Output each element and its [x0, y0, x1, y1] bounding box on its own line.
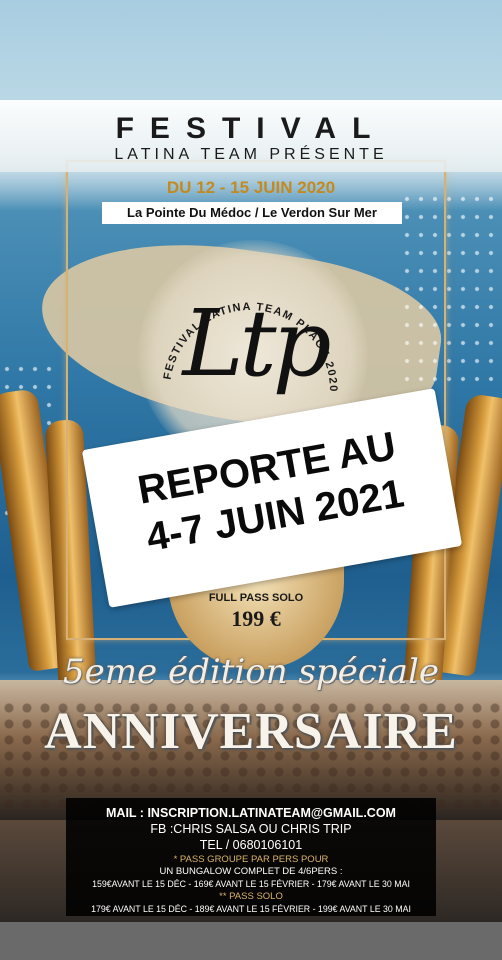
info-text: MAIL : INSCRIPTION.LATINATEAM@GMAIL.COM …	[66, 805, 436, 915]
ltp-logo-initials: Ltp	[182, 290, 332, 397]
pass-solo-title: ** PASS SOLO	[219, 891, 283, 902]
contact-facebook: FB :CHRIS SALSA OU CHRIS TRIP	[150, 822, 352, 836]
pass-group-title: * PASS GROUPE PAR PERS POUR	[173, 854, 329, 865]
bungalow-line: UN BUNGALOW COMPLET DE 4/6PERS :	[159, 866, 343, 877]
event-dates: DU 12 - 15 JUIN 2020	[166, 178, 336, 197]
bottom-bar	[0, 922, 502, 960]
pass-price: 199 €	[231, 606, 281, 631]
festival-title: FESTIVAL	[115, 112, 387, 145]
presenter-subtitle: LATINA TEAM PRÉSENTE	[114, 146, 388, 163]
contact-mail: MAIL : INSCRIPTION.LATINATEAM@GMAIL.COM	[106, 806, 396, 820]
contact-phone: TEL / 0680106101	[199, 838, 303, 852]
pass-label: FULL PASS SOLO	[208, 592, 304, 604]
festival-poster: FESTIVAL LATINA TEAM PRÉSENTE DU 12 - 15…	[0, 0, 502, 960]
solo-prices: 179€ AVANT LE 15 DÉC - 189€ AVANT LE 15 …	[91, 904, 411, 914]
event-location: La Pointe Du Médoc / Le Verdon Sur Mer	[102, 202, 402, 224]
edition-subtitle: 5eme édition spéciale	[63, 652, 439, 692]
group-prices: 159€AVANT LE 15 DÉC - 169€ AVANT LE 15 F…	[92, 879, 410, 889]
anniversaire-title: ANNIVERSAIRE	[44, 703, 458, 760]
